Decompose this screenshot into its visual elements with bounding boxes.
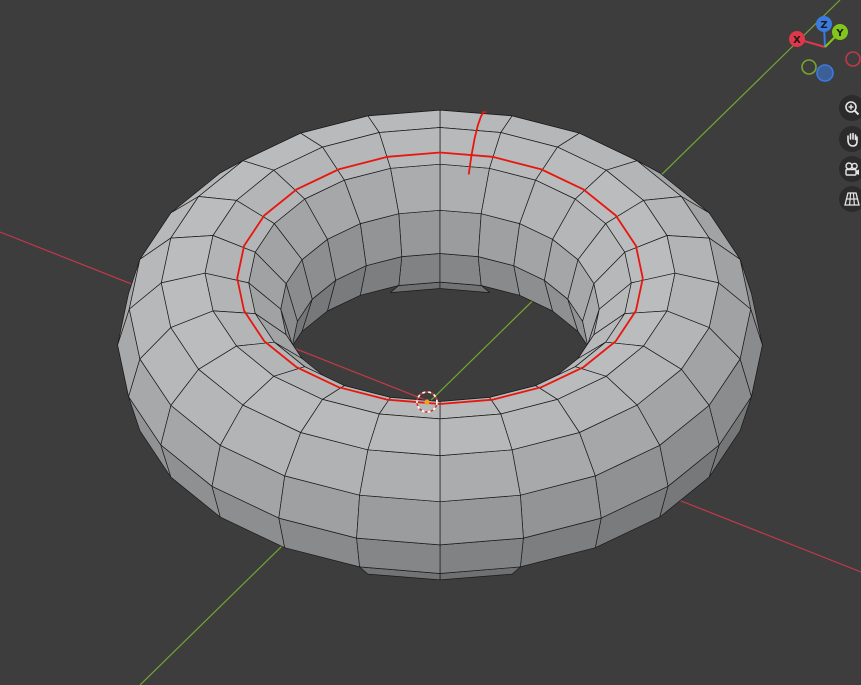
perspective-grid-icon [844,192,860,206]
mesh-face[interactable] [398,253,441,286]
pan-button[interactable] [839,126,861,152]
mesh-face[interactable] [359,449,441,503]
camera-view-icon [845,162,859,176]
gizmo-neg-y[interactable] [801,59,817,75]
gizmo-neg-z[interactable] [816,64,834,82]
torus-scene[interactable]: X Z Y [0,0,861,685]
camera-button[interactable] [839,156,861,182]
mesh-face[interactable] [439,449,521,503]
hand-pan-icon [847,132,858,147]
mesh-face[interactable] [439,413,513,456]
3d-viewport[interactable]: X Z Y [0,0,861,685]
mesh-face[interactable] [390,163,441,215]
zoom-button[interactable] [839,95,861,121]
perspective-toggle-button[interactable] [839,186,861,212]
gizmo-x-label: X [793,35,801,46]
gizmo-x-axis[interactable]: X [789,31,805,47]
navigation-gizmo[interactable]: X Z Y [789,16,861,82]
gizmo-z-axis[interactable]: Z [816,16,832,32]
mesh-face[interactable] [398,209,441,257]
mesh-face[interactable] [356,494,441,546]
torus-mesh[interactable] [117,109,763,581]
mesh-face[interactable] [367,413,441,456]
mesh-face[interactable] [439,494,524,546]
mesh-face[interactable] [439,163,490,215]
gizmo-y-label: Y [835,28,844,39]
gizmo-y-axis[interactable]: Y [832,24,848,40]
gizmo-z-label: Z [820,20,827,31]
mesh-face[interactable] [439,209,482,257]
mesh-face[interactable] [439,253,482,286]
gizmo-neg-x[interactable] [845,51,861,67]
zoom-in-icon [845,101,860,116]
